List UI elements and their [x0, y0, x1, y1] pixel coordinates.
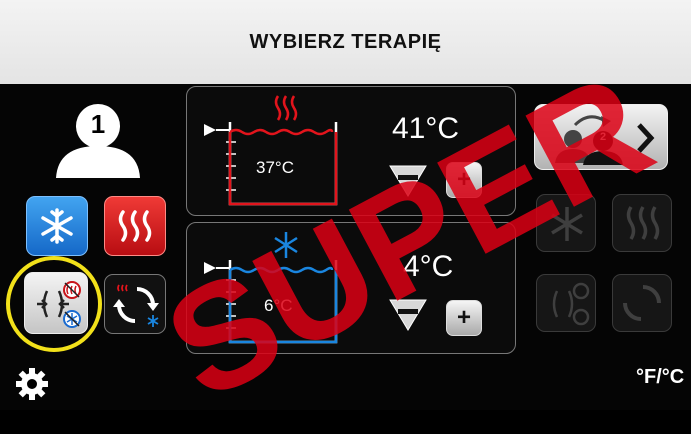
cold-tank-temp: 6°C: [264, 296, 293, 315]
contrast-mode-button[interactable]: [24, 272, 88, 334]
contrast-icon: [552, 282, 590, 326]
hot-decrease-button[interactable]: [388, 164, 428, 198]
patient-avatar: 1: [52, 100, 148, 180]
page-title: WYBIERZ TERAPIĘ: [249, 30, 442, 53]
header-bar: WYBIERZ TERAPIĘ: [0, 0, 691, 84]
patient-number: 1: [90, 109, 106, 139]
settings-button[interactable]: [14, 366, 50, 402]
contrast-icon: [37, 281, 81, 328]
heat-waves-icon: [274, 95, 298, 121]
cycle-mode-button[interactable]: [104, 274, 166, 334]
patient2-cycle-button[interactable]: [612, 274, 672, 332]
hot-setpoint: 41°C: [392, 112, 460, 145]
snowflake-icon: [551, 207, 583, 241]
next-patient-button[interactable]: 2: [534, 104, 668, 170]
cold-increase-button[interactable]: +: [446, 300, 482, 336]
snowflake-icon: [274, 232, 298, 258]
hot-mode-button[interactable]: [104, 196, 166, 256]
gear-icon: [16, 368, 48, 400]
cold-decrease-button[interactable]: [388, 298, 428, 332]
fill-pointer-icon: [204, 124, 216, 136]
next-patient-number: 2: [599, 131, 607, 143]
cold-setpoint: 4°C: [403, 250, 454, 283]
cold-mode-button[interactable]: [26, 196, 88, 256]
hot-increase-button[interactable]: +: [446, 162, 482, 198]
heat-waves-icon: [626, 206, 660, 240]
cycle-arrows-icon: [113, 284, 159, 327]
patient2-hot-button[interactable]: [612, 194, 672, 252]
hot-tank-temp: 37°C: [256, 158, 294, 177]
patient2-cold-button[interactable]: [536, 194, 596, 252]
chevron-right-icon: [637, 123, 655, 153]
cold-tank-graphic: [204, 232, 338, 344]
fill-pointer-icon: [204, 262, 216, 274]
hot-tank-graphic: [204, 95, 338, 206]
units-toggle[interactable]: °F/°C: [636, 366, 684, 389]
snowflake-icon: [41, 208, 73, 244]
heat-waves-icon: [118, 210, 152, 242]
patient2-contrast-button[interactable]: [536, 274, 596, 332]
cycle-arrows-icon: [623, 285, 661, 321]
